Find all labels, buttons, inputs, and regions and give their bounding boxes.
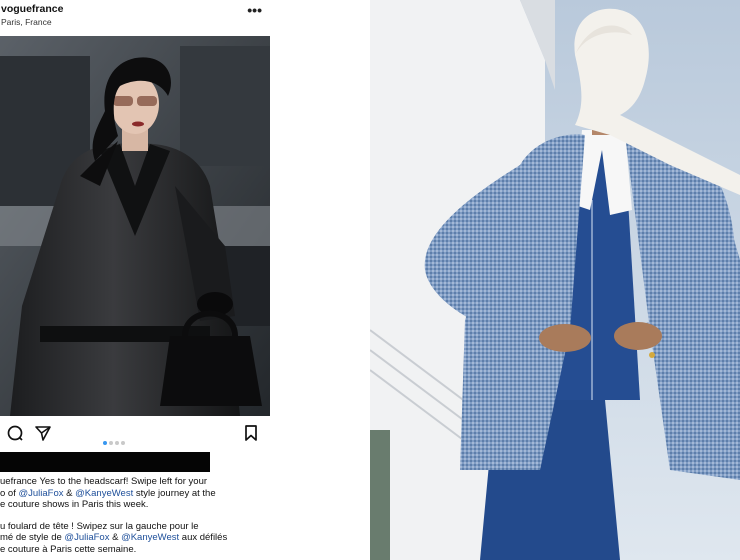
- caption-french: u foulard de tête ! Swipez sur la gauche…: [0, 521, 272, 556]
- post-username[interactable]: voguefrance: [1, 3, 63, 15]
- more-icon[interactable]: •••: [247, 2, 262, 18]
- carousel-indicator: [103, 432, 127, 445]
- instagram-post: voguefrance Paris, France ••• uefrance Y…: [0, 0, 272, 560]
- carousel-dot: [121, 441, 125, 445]
- post-caption: uefrance Yes to the headscarf! Swipe lef…: [0, 476, 272, 560]
- caption-line: e couture à Paris cette semaine.: [0, 543, 137, 555]
- redacted-likes-bar: [0, 452, 210, 472]
- carousel-dot-active: [103, 441, 107, 445]
- caption-line: mé de style de @JuliaFox & @KanyeWest au…: [0, 532, 272, 544]
- mention-link[interactable]: @JuliaFox: [64, 532, 109, 543]
- share-icon[interactable]: [34, 424, 52, 442]
- carousel-dot: [109, 441, 113, 445]
- caption-line: e couture shows in Paris this week.: [0, 499, 149, 510]
- post-location[interactable]: Paris, France: [1, 17, 52, 27]
- caption-text: mé de style de: [0, 532, 65, 543]
- caption-text: style journey at the: [133, 487, 216, 499]
- post-header: voguefrance Paris, France •••: [0, 0, 272, 32]
- caption-line: o of @JuliaFox & @KanyeWest style journe…: [0, 488, 272, 500]
- post-action-bar: [0, 420, 272, 446]
- caption-line: uefrance Yes to the headscarf! Swipe lef…: [0, 476, 208, 487]
- caption-text: aux défilés: [179, 532, 228, 543]
- caption-text: &: [109, 532, 122, 543]
- photo-woman-blue-blazer: [370, 0, 740, 560]
- caption-text: o of: [0, 487, 19, 499]
- caption-english: uefrance Yes to the headscarf! Swipe lef…: [0, 476, 272, 511]
- post-photo: [0, 36, 270, 416]
- caption-text: &: [63, 487, 76, 499]
- mention-link[interactable]: @JuliaFox: [19, 488, 64, 499]
- bookmark-icon[interactable]: [242, 424, 260, 442]
- caption-line: u foulard de tête ! Swipez sur la gauche…: [0, 520, 199, 532]
- mention-link[interactable]: @KanyeWest: [121, 532, 179, 543]
- comment-icon[interactable]: [6, 424, 24, 442]
- mention-link[interactable]: @KanyeWest: [75, 488, 133, 499]
- post-photo-woman-leather-coat: [0, 36, 270, 416]
- comparison-photo: [370, 0, 740, 560]
- carousel-dot: [115, 441, 119, 445]
